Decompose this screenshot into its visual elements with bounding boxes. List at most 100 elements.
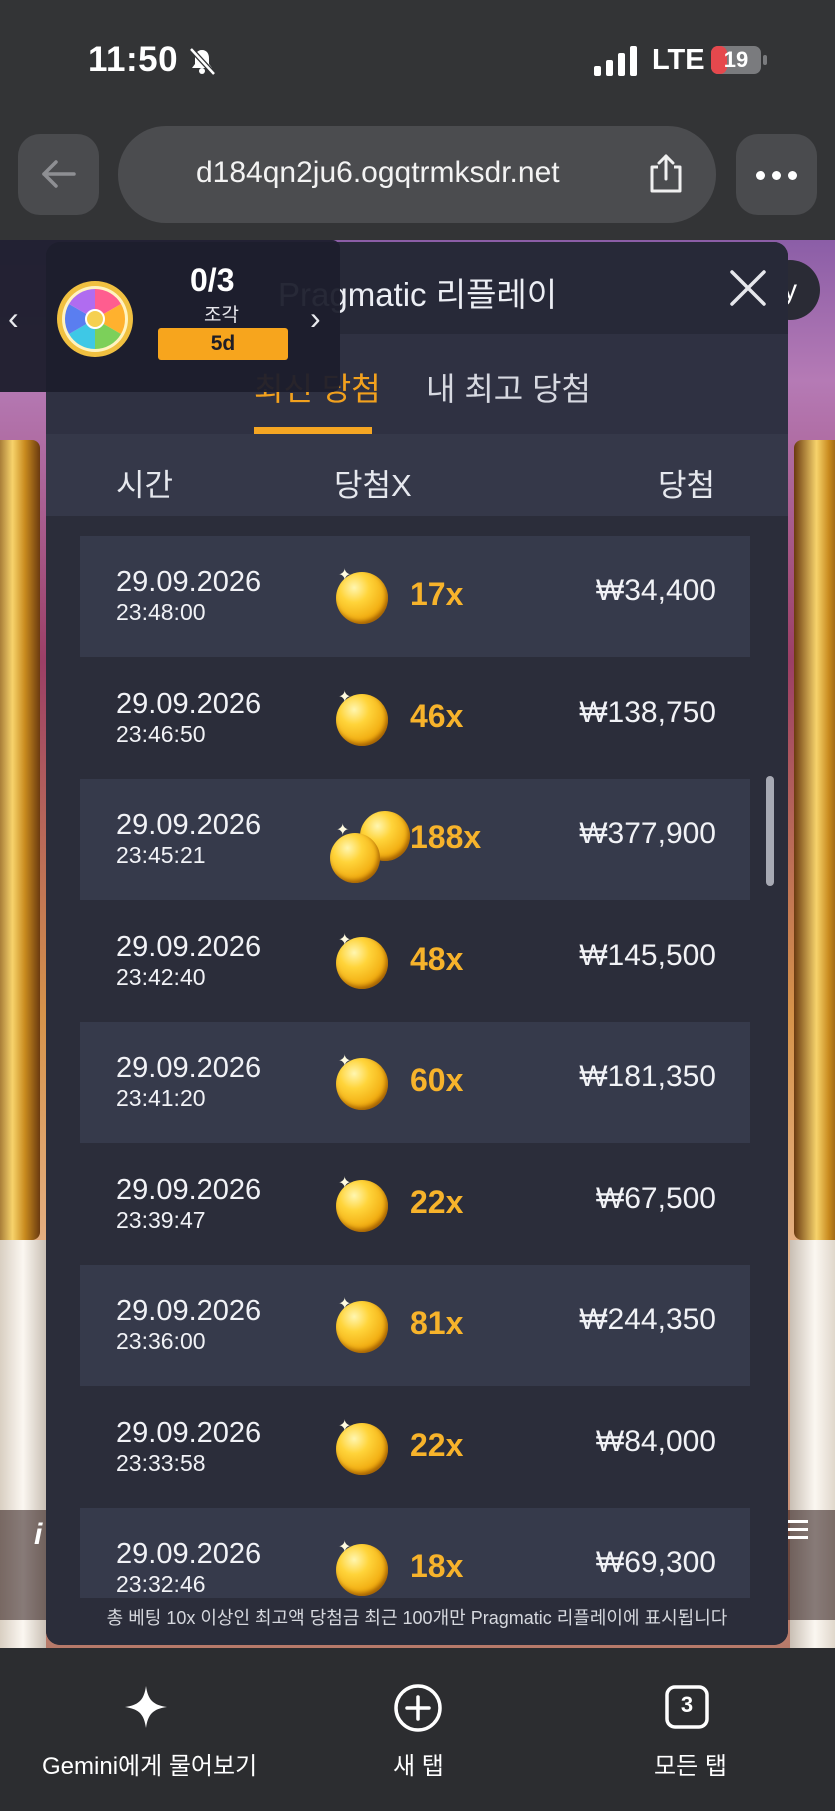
game-info-button[interactable]: i [34, 1518, 42, 1552]
row-win-amount: ₩34,400 [595, 574, 716, 607]
close-icon[interactable] [726, 266, 770, 310]
row-date: 29.09.2026 [116, 930, 262, 963]
row-date: 29.09.2026 [116, 1052, 262, 1084]
row-date: 29.09.2026 [116, 566, 262, 598]
row-multiplier: 60x [410, 1062, 464, 1098]
piece-widget [0, 240, 340, 392]
plus-circle-icon [394, 1684, 442, 1732]
coin-icon: ✦ [330, 682, 410, 756]
row-win-amount: ₩244,350 [579, 1303, 716, 1336]
row-multiplier: 18x [410, 1548, 464, 1584]
gemini-button[interactable]: Gemini에게 물어보기 [0, 1648, 290, 1811]
game-menu-icon[interactable] [786, 1520, 808, 1540]
piece-count: 0/3 [190, 262, 235, 298]
coin-icon: ✦ [330, 560, 410, 634]
table-row[interactable]: 29.09.2026 23:32:46 ✦ 18x ₩69,300 [80, 1508, 750, 1598]
table-row[interactable]: 29.09.2026 23:39:47 ✦ 22x ₩67,500 [80, 1144, 750, 1265]
prize-wheel-icon[interactable] [56, 280, 134, 358]
row-win-amount: ₩145,500 [579, 938, 716, 972]
row-win-amount: ₩84,000 [595, 1424, 716, 1458]
status-time: 11:50 [88, 40, 179, 79]
column-header-time: 시간 [116, 468, 174, 503]
row-date: 29.09.2026 [116, 809, 262, 841]
status-bar: 11:50 LTE 19 [0, 0, 835, 120]
table-row[interactable]: 29.09.2026 23:46:50 ✦ 46x ₩138,750 [80, 658, 750, 779]
row-date: 29.09.2026 [116, 1416, 262, 1449]
table-header: 시간 당첨X 당첨 [46, 434, 788, 516]
piece-timer-badge: 5d [158, 328, 288, 360]
bell-muted-icon [189, 47, 216, 76]
row-win-amount: ₩138,750 [579, 695, 716, 729]
replay-modal: Pragmatic 리플레이 최신 당첨 내 최고 당첨 시간 당첨X 당첨 2… [46, 242, 788, 1645]
row-win-amount: ₩67,500 [595, 1181, 716, 1215]
all-tabs-label: 모든 탭 [654, 1753, 727, 1780]
chevron-right-icon[interactable]: › [310, 300, 321, 337]
table-row[interactable]: 29.09.2026 23:48:00 ✦ 17x ₩34,400 [80, 536, 750, 657]
wins-list[interactable]: 29.09.2026 23:48:00 ✦ 17x ₩34,400 29.09.2026 2… [46, 516, 788, 1598]
row-time: 23:46:50 [116, 720, 206, 747]
new-tab-label: 새 탭 [393, 1753, 444, 1780]
coin-icon: ✦ [330, 1411, 410, 1485]
column-header-win: 당첨 [658, 468, 716, 503]
game-frame-left [0, 440, 40, 1240]
list-scrollbar[interactable] [766, 776, 774, 886]
dot-icon [788, 171, 797, 180]
more-menu-button[interactable] [736, 134, 817, 215]
row-multiplier: 17x [410, 576, 464, 612]
table-row[interactable]: 29.09.2026 23:42:40 ✦ 48x ₩145,500 [80, 901, 750, 1022]
dot-icon [772, 171, 781, 180]
row-time: 23:36:00 [116, 1328, 206, 1354]
column-header-multiplier: 당첨X [334, 468, 412, 503]
footer-note: 총 베팅 10x 이상인 최고액 당첨금 최근 100개만 Pragmatic … [46, 1598, 788, 1645]
game-frame-right [794, 440, 835, 1240]
table-row[interactable]: 29.09.2026 23:41:20 ✦ 60x ₩181,350 [80, 1022, 750, 1143]
row-date: 29.09.2026 [116, 1173, 262, 1206]
url-field[interactable]: d184qn2ju6.ogqtrmksdr.net [118, 126, 716, 223]
coin-icon: ✦ [330, 1168, 410, 1242]
url-text: d184qn2ju6.ogqtrmksdr.net [196, 156, 560, 189]
row-win-amount: ₩69,300 [595, 1546, 716, 1579]
row-date: 29.09.2026 [116, 1295, 262, 1327]
sparkle-icon [125, 1686, 167, 1728]
new-tab-button[interactable]: 새 탭 [340, 1648, 500, 1811]
back-button[interactable] [18, 134, 99, 215]
row-multiplier: 22x [410, 1183, 464, 1220]
table-row[interactable]: 29.09.2026 23:45:21 ✦ 188x ₩377,900 [80, 779, 750, 900]
row-time: 23:45:21 [116, 842, 206, 868]
row-multiplier: 48x [410, 940, 464, 977]
row-multiplier: 46x [410, 697, 464, 734]
battery-level: 19 [723, 47, 749, 72]
row-time: 23:39:47 [116, 1206, 206, 1233]
share-icon[interactable] [646, 153, 686, 195]
browser-bottom-bar: Gemini에게 물어보기 새 탭 3 모든 탭 [0, 1648, 835, 1811]
row-time: 23:41:20 [116, 1085, 206, 1111]
tab-my-best-wins[interactable]: 내 최고 당첨 [426, 364, 591, 410]
chevron-left-icon[interactable]: ‹ [8, 300, 19, 337]
row-time: 23:33:58 [116, 1449, 206, 1476]
row-time: 23:32:46 [116, 1571, 206, 1597]
row-time: 23:42:40 [116, 963, 206, 990]
row-multiplier: 22x [410, 1426, 464, 1463]
table-row[interactable]: 29.09.2026 23:36:00 ✦ 81x ₩244,350 [80, 1265, 750, 1386]
arrow-left-icon [42, 160, 76, 188]
row-multiplier: 188x [410, 819, 482, 855]
row-date: 29.09.2026 [116, 1538, 262, 1570]
piece-label: 조각 [204, 305, 239, 326]
dot-icon [756, 171, 765, 180]
coin-icon: ✦ [330, 925, 410, 999]
all-tabs-button[interactable]: 3 모든 탭 [620, 1648, 760, 1811]
row-time: 23:48:00 [116, 599, 206, 625]
row-win-amount: ₩377,900 [579, 817, 716, 850]
coin-stack-icon: ✦ [330, 803, 410, 883]
row-win-amount: ₩181,350 [579, 1060, 716, 1093]
active-tab-indicator [254, 427, 372, 434]
tab-count: 3 [680, 1692, 694, 1717]
row-multiplier: 81x [410, 1305, 464, 1341]
gemini-label: Gemini에게 물어보기 [42, 1753, 258, 1780]
coin-icon: ✦ [330, 1046, 410, 1120]
table-row[interactable]: 29.09.2026 23:33:58 ✦ 22x ₩84,000 [80, 1387, 750, 1508]
row-date: 29.09.2026 [116, 687, 262, 720]
coin-icon: ✦ [330, 1532, 410, 1598]
network-type: LTE [652, 44, 705, 76]
signal-icon [594, 46, 637, 76]
